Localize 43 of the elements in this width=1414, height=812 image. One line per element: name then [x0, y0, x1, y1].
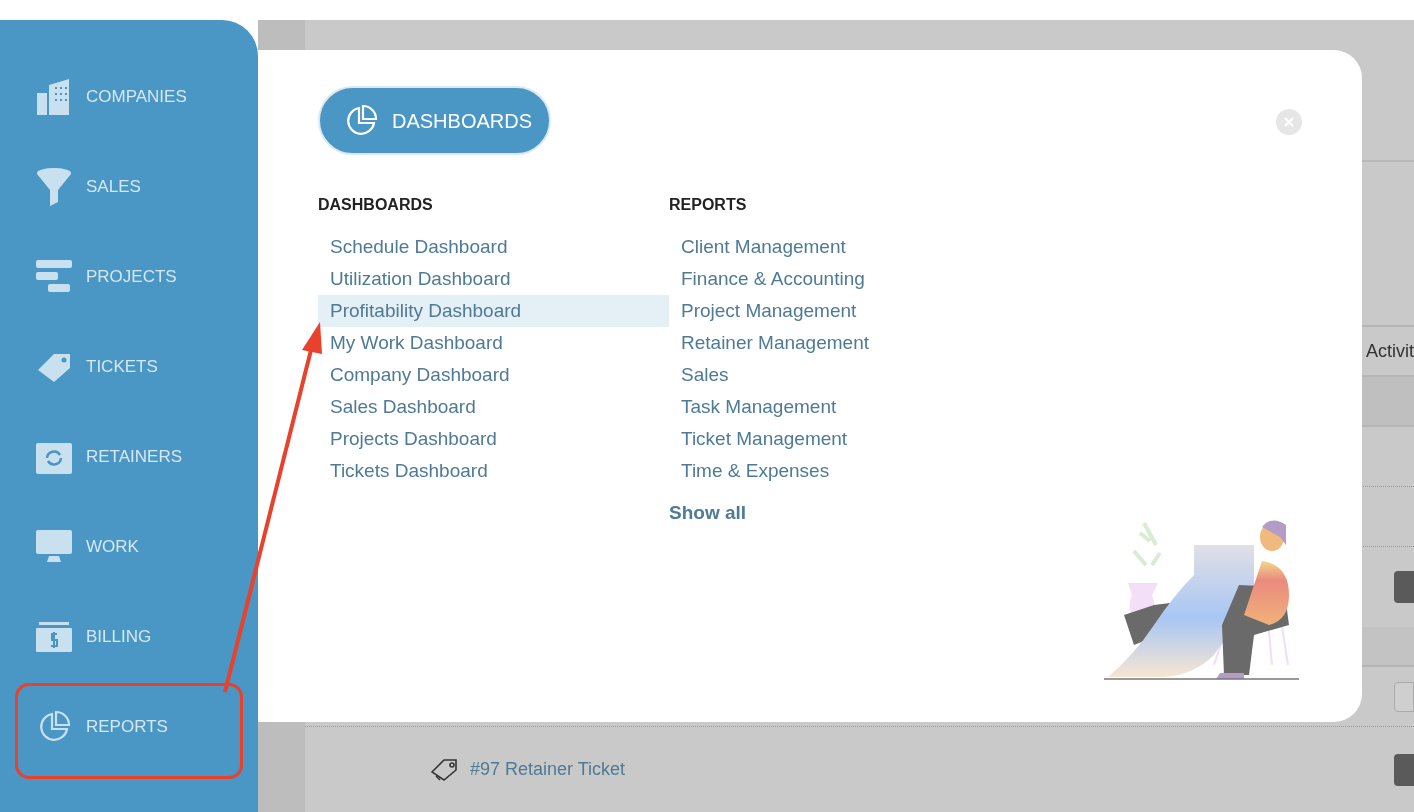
close-icon [1284, 117, 1294, 127]
menu-link[interactable]: Company Dashboard [318, 359, 669, 391]
menu-link[interactable]: Task Management [669, 391, 1020, 423]
menu-link[interactable]: Ticket Management [669, 423, 1020, 455]
funnel-icon [37, 168, 71, 206]
sidebar-item[interactable]: COMPANIES [36, 77, 187, 117]
sidebar-item[interactable]: REPORTS [36, 707, 168, 747]
menu-link[interactable]: Schedule Dashboard [318, 231, 669, 263]
menu-link[interactable]: Tickets Dashboard [318, 455, 669, 487]
section-heading: REPORTS [669, 195, 748, 215]
monitor-icon [36, 530, 72, 564]
menu-link[interactable]: Utilization Dashboard [318, 263, 669, 295]
dashboards-button[interactable]: DASHBOARDS [318, 86, 551, 155]
sidebar-item[interactable]: BILLING [36, 617, 152, 657]
menu-link[interactable]: Retainer Management [669, 327, 1020, 359]
pie-chart-icon [37, 710, 71, 744]
menu-link[interactable]: Sales Dashboard [318, 391, 669, 423]
pie-chart-icon [344, 103, 378, 138]
menu-link[interactable]: Time & Expenses [669, 455, 1020, 487]
menu-link[interactable]: Project Management [669, 295, 1020, 327]
menu-link[interactable]: Profitability Dashboard [318, 295, 669, 327]
menu-link[interactable]: My Work Dashboard [318, 327, 669, 359]
sidebar-item[interactable]: PROJECTS [36, 257, 177, 297]
column-header: Activit [1366, 339, 1414, 363]
tag-icon [430, 757, 460, 782]
menu-link[interactable]: Sales [669, 359, 1020, 391]
section-heading: DASHBOARDS [318, 195, 434, 215]
sidebar-item[interactable]: RETAINERS [36, 437, 183, 477]
dropdown-button[interactable] [1394, 753, 1414, 786]
gantt-icon [36, 260, 72, 294]
show-all-link[interactable]: Show all [669, 497, 747, 529]
sidebar-item[interactable]: SALES [36, 167, 141, 207]
menu-link[interactable]: Finance & Accounting [669, 263, 1020, 295]
ticket-link[interactable]: #97 Retainer Ticket [470, 756, 626, 783]
building-icon [37, 79, 71, 115]
close-button[interactable] [1276, 109, 1302, 135]
sidebar-item[interactable]: TICKETS [36, 347, 158, 387]
tag-icon [36, 352, 72, 382]
calendar-icon [36, 440, 72, 474]
menu-link[interactable]: Projects Dashboard [318, 423, 669, 455]
money-icon [36, 622, 72, 652]
sidebar-item[interactable]: WORK [36, 527, 139, 567]
menu-link[interactable]: Client Management [669, 231, 1020, 263]
